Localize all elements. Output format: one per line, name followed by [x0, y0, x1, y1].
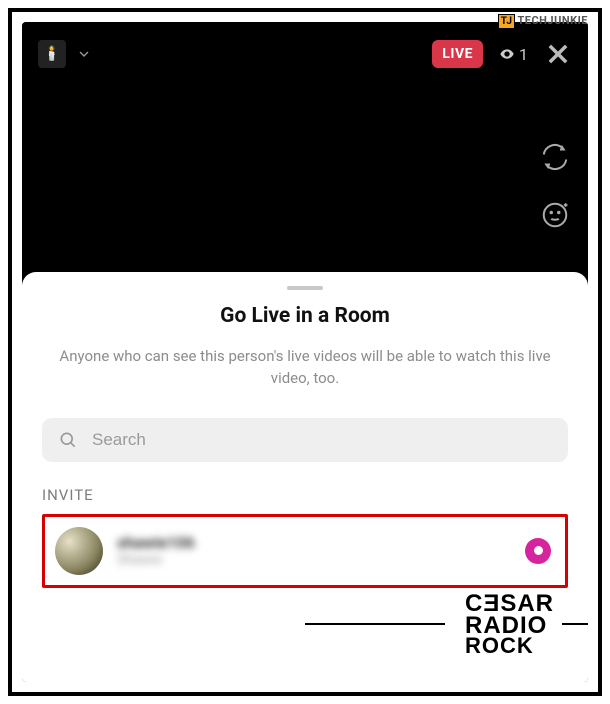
chevron-down-icon[interactable] [76, 46, 92, 62]
tj-badge: TJ [498, 14, 516, 29]
face-filter-icon[interactable] [540, 200, 570, 230]
watermark-techjunkie: TJTECHJUNKIE [498, 14, 588, 29]
invite-section-label: INVITE [42, 486, 568, 504]
search-input[interactable] [92, 430, 552, 450]
phone-screen: 🕯️ LIVE 1 Go Live in a Room Anyone who c… [22, 22, 588, 682]
live-video-area: 🕯️ LIVE 1 [22, 22, 588, 272]
live-badge: LIVE [432, 40, 483, 68]
sheet-grabber[interactable] [287, 286, 323, 290]
user-avatar [55, 527, 103, 575]
bottom-sheet: Go Live in a Room Anyone who can see thi… [22, 272, 588, 682]
close-icon[interactable] [544, 40, 572, 68]
user-displayname: Shawie [117, 552, 511, 568]
invite-user-row[interactable]: shawie106 Shawie [42, 514, 568, 588]
sheet-subtitle: Anyone who can see this person's live vi… [42, 346, 568, 390]
broadcaster-avatar[interactable]: 🕯️ [38, 40, 66, 68]
select-radio[interactable] [525, 538, 551, 564]
sheet-title: Go Live in a Room [42, 304, 568, 328]
tj-text: TECHJUNKIE [517, 14, 588, 27]
viewer-count[interactable]: 1 [493, 45, 534, 64]
switch-camera-icon[interactable] [540, 142, 570, 172]
viewer-number: 1 [519, 45, 528, 64]
search-icon [58, 430, 78, 450]
live-side-controls [540, 142, 570, 230]
eye-icon [499, 46, 515, 62]
user-text: shawie106 Shawie [117, 533, 511, 568]
search-field[interactable] [42, 418, 568, 462]
user-username: shawie106 [117, 533, 511, 552]
